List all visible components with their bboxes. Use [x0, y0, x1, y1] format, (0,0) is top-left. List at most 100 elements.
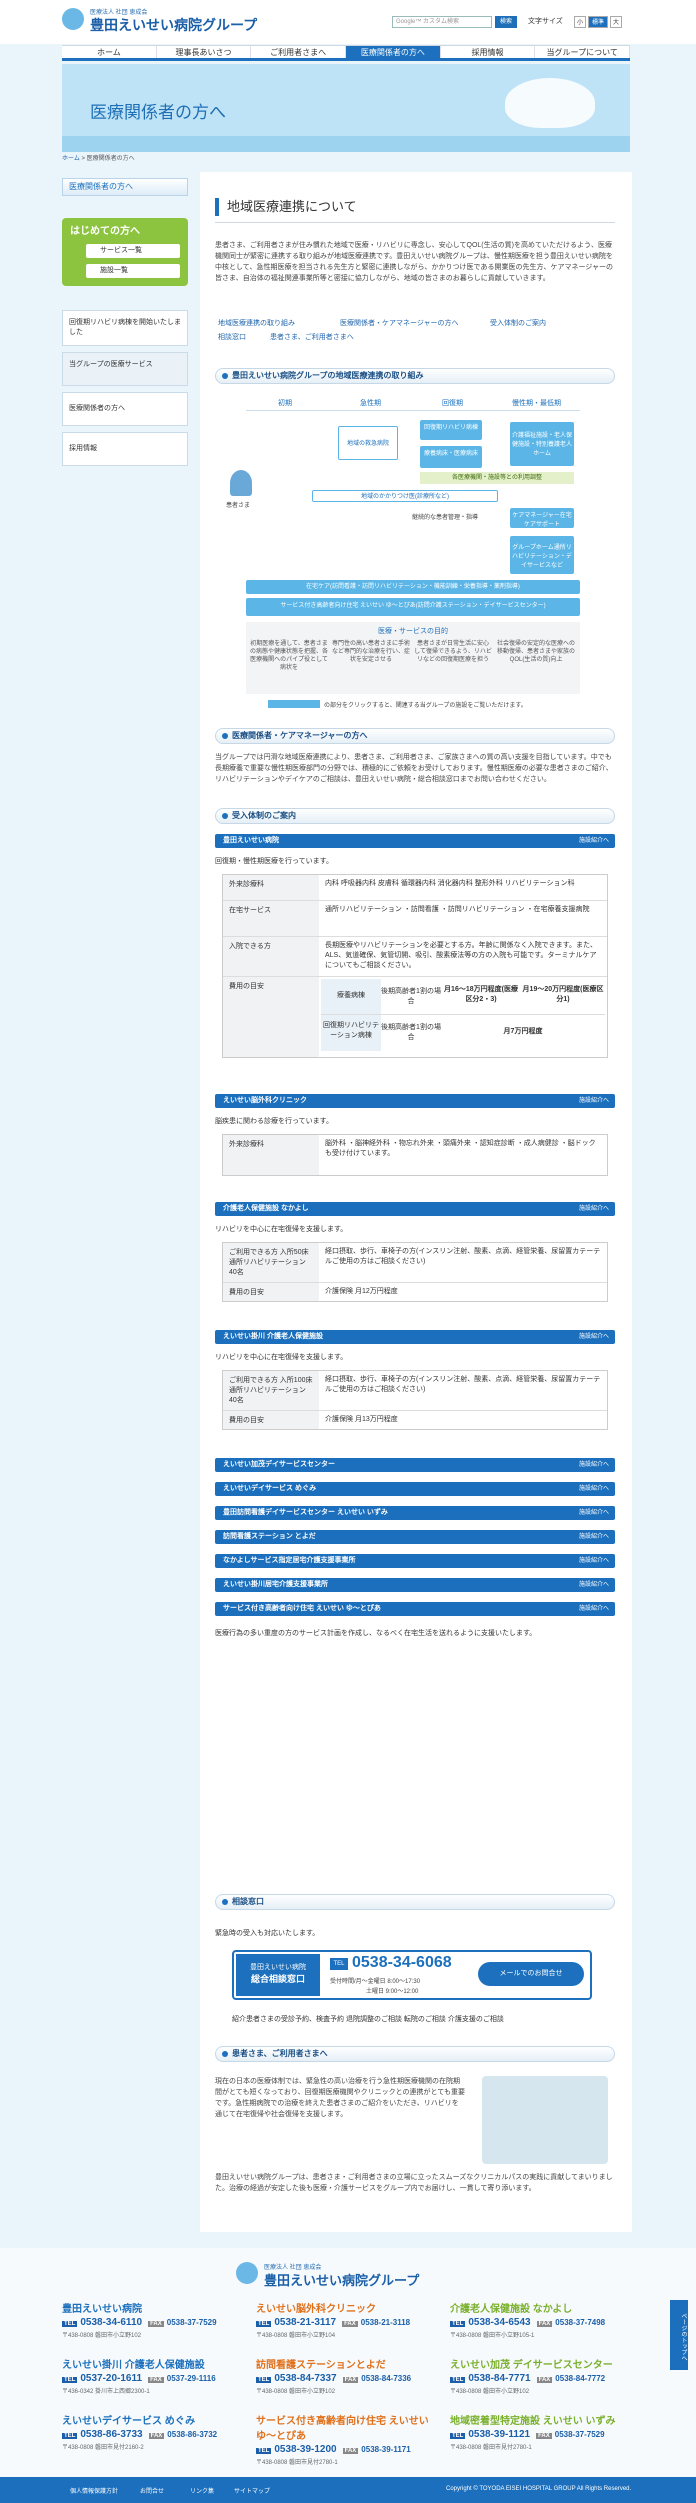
tel-value: 0538-34-6110	[80, 2317, 143, 2328]
detail-link[interactable]: 施設紹介へ	[579, 1506, 609, 1520]
nav-about[interactable]: 当グループについて	[535, 46, 631, 58]
footer-link-contact[interactable]: お問合せ	[140, 2486, 164, 2495]
detail-link[interactable]: 施設紹介へ	[579, 1578, 609, 1592]
font-large-button[interactable]: 大	[610, 16, 622, 28]
bar-nakayoshi-care[interactable]: なかよしサービス指定居宅介護支援事業所 施設紹介へ	[215, 1554, 615, 1568]
first-visit-title[interactable]: はじめての方へ	[70, 222, 140, 237]
footer-facility[interactable]: えいせい加茂 デイサービスセンター TEL 0538-84-7771 FAX 0538-…	[450, 2356, 638, 2395]
recovery-ward[interactable]: 回復期リハビリ病棟	[420, 420, 482, 440]
footer-facility[interactable]: 介護老人保健施設 なかよし TEL 0538-34-6543 FAX 0538-37-7…	[450, 2300, 638, 2339]
facility-address: 〒438-0808 磐田市小立野105-1	[450, 2333, 535, 2339]
family-doctor[interactable]: 地域のかかりつけ医(診療所など)	[312, 490, 498, 502]
bar-kakegawa-label: えいせい掛川 介護老人保健施設	[223, 1333, 323, 1340]
facility-address: 〒438-0808 磐田市小立野102	[256, 2389, 336, 2395]
bar-hospital[interactable]: 豊田えいせい病院 施設紹介へ	[215, 834, 615, 848]
logo-icon[interactable]	[62, 8, 84, 30]
facility-tel[interactable]: TEL 0537-20-1611 FAX 0537-29-1116	[62, 2373, 250, 2384]
footer-facility[interactable]: えいせいデイサービス めぐみ TEL 0538-86-3733 FAX 0538-86-…	[62, 2412, 250, 2451]
cell-key: 費用の目安	[223, 1411, 319, 1429]
bar-clinic[interactable]: えいせい脳外科クリニック 施設紹介へ	[215, 1094, 615, 1108]
mail-button[interactable]: メールでのお問合せ	[478, 1962, 584, 1986]
facility-tel[interactable]: TEL 0538-39-1200 FAX 0538-39-1171	[256, 2444, 444, 2455]
clinic-desc: 脳疾患に関わる診療を行っています。	[215, 1118, 333, 1125]
bar-nakayoshi[interactable]: 介護老人保健施設 なかよし 施設紹介へ	[215, 1202, 615, 1216]
facility-tel[interactable]: TEL 0538-34-6110 FAX 0538-37-7529	[62, 2317, 250, 2328]
bar-label: 訪問看護ステーション とよだ	[223, 1533, 316, 1540]
footer-facility[interactable]: 豊田えいせい病院 TEL 0538-34-6110 FAX 0538-37-7529 〒4…	[62, 2300, 250, 2339]
facility-tel[interactable]: TEL 0538-84-7337 FAX 0538-84-7336	[256, 2373, 444, 2384]
nav-medical[interactable]: 医療関係者の方へ	[346, 46, 441, 58]
care-ward[interactable]: 療養病床・医療病床	[420, 446, 482, 468]
font-std-button[interactable]: 標準	[588, 16, 608, 28]
group-home[interactable]: グループホーム通所リハビリテーション・デイサービスなど	[510, 536, 574, 574]
font-small-button[interactable]: 小	[574, 16, 586, 28]
emergency-hospital[interactable]: 地域の救急病院	[338, 426, 398, 460]
sidebar-item-facilities[interactable]: 施設一覧	[86, 264, 180, 278]
fax-icon: FAX	[536, 2321, 553, 2327]
org-name[interactable]: 豊田えいせい病院グループ	[90, 15, 257, 35]
nav-recruit[interactable]: 採用情報	[441, 46, 536, 58]
breadcrumb-home[interactable]: ホーム	[62, 156, 80, 162]
sidebar-item-rehab[interactable]: 回復期リハビリ病棟を開始いたしました	[62, 310, 188, 346]
detail-link[interactable]: 施設紹介へ	[579, 1094, 609, 1108]
detail-link[interactable]: 施設紹介へ	[579, 1482, 609, 1496]
sidebar-item-recruit[interactable]: 採用情報	[62, 432, 188, 466]
detail-link[interactable]: 施設紹介へ	[579, 1602, 609, 1616]
care-facilities[interactable]: 介護福祉施設・老人保健施設・特別養護老人ホーム	[510, 422, 574, 466]
link-consult[interactable]: 相談窓口	[218, 332, 246, 342]
link-caremanager[interactable]: 医療関係者・ケアマネージャーの方へ	[340, 318, 459, 328]
hospital-table: 外来診療科 内科 呼吸器内科 皮膚科 循環器内科 消化器内科 整形外科 リハビリテ…	[222, 874, 608, 1058]
bar-kamo[interactable]: えいせい加茂デイサービスセンター 施設紹介へ	[215, 1458, 615, 1472]
bar-megumi[interactable]: えいせいデイサービス めぐみ 施設紹介へ	[215, 1482, 615, 1496]
utopia[interactable]: サービス付き高齢者向け住宅 えいせい ゆ〜とぴあ(訪問介護ステーション・デイサー…	[246, 598, 580, 616]
purpose-title: 医療・サービスの目的	[378, 628, 448, 635]
sidebar-item-service[interactable]: 当グループの医療サービス	[62, 352, 188, 386]
footer-facility[interactable]: 地域密着型特定施設 えいせい いずみ TEL 0538-39-1121 FAX 0538…	[450, 2412, 638, 2451]
nav-home[interactable]: ホーム	[62, 46, 157, 58]
facility-tel[interactable]: TEL 0538-34-6543 FAX 0538-37-7498	[450, 2317, 638, 2328]
nav-greeting[interactable]: 理事長あいさつ	[157, 46, 252, 58]
bar-kakegawa-care[interactable]: えいせい掛川居宅介護支援事業所 施設紹介へ	[215, 1578, 615, 1592]
sidebar-item-medical[interactable]: 医療関係者の方へ	[62, 392, 188, 426]
detail-link[interactable]: 施設紹介へ	[579, 1458, 609, 1472]
footer-link-privacy[interactable]: 個人情報保護方針	[70, 2486, 118, 2495]
fax-value: 0538-84-7772	[555, 2374, 606, 2383]
fax-icon: FAX	[536, 2377, 553, 2383]
sidebar-item-services[interactable]: サービス一覧	[86, 244, 180, 258]
bar-kakegawa[interactable]: えいせい掛川 介護老人保健施設 施設紹介へ	[215, 1330, 615, 1344]
facility-tel[interactable]: TEL 0538-86-3733 FAX 0538-86-3732	[62, 2429, 250, 2440]
footer-facility[interactable]: えいせい脳外科クリニック TEL 0538-21-3117 FAX 0538-21-31…	[256, 2300, 444, 2339]
detail-link[interactable]: 施設紹介へ	[579, 1554, 609, 1568]
link-initiative[interactable]: 地域医療連携の取り組み	[218, 318, 295, 328]
facility-address: 〒438-0808 磐田市見付2780-1	[450, 2445, 532, 2451]
intro-text: 患者さま、ご利用者さまが住み慣れた地域で医療・リハビリに専念し、安心してQOL(…	[215, 242, 613, 282]
footer-facility[interactable]: 訪問看護ステーションとよだ TEL 0538-84-7337 FAX 0538-84-7…	[256, 2356, 444, 2395]
link-acceptance[interactable]: 受入体制のご案内	[490, 318, 546, 328]
link-patients[interactable]: 患者さま、ご利用者さまへ	[270, 332, 354, 342]
footer-facility[interactable]: えいせい掛川 介護老人保健施設 TEL 0537-20-1611 FAX 0537-29…	[62, 2356, 250, 2395]
home-care[interactable]: 在宅ケア(訪問看護・訪問リハビリテーション・機能訓練・栄養指導・薬剤指導)	[246, 580, 580, 594]
care-manager[interactable]: ケアマネージャー在宅ケアサポート	[510, 508, 574, 528]
facility-tel[interactable]: TEL 0538-84-7771 FAX 0538-84-7772	[450, 2373, 638, 2384]
detail-link[interactable]: 施設紹介へ	[579, 834, 609, 848]
footer-facility[interactable]: サービス付き高齢者向け住宅 えいせい ゆ〜とぴあ TEL 0538-39-1200 F…	[256, 2412, 444, 2466]
sec-caremanager: 医療関係者・ケアマネージャーの方へ	[215, 728, 615, 744]
facility-tel[interactable]: TEL 0538-21-3117 FAX 0538-21-3118	[256, 2317, 444, 2328]
search-button[interactable]: 検索	[495, 16, 517, 28]
cell-key: 外来診療科	[223, 1135, 319, 1175]
bar-utopia[interactable]: サービス付き高齢者向け住宅 えいせい ゆ〜とぴあ 施設紹介へ	[215, 1602, 615, 1616]
pagetop-button[interactable]: ページのトップへ	[670, 2300, 688, 2370]
footer-link-sitemap[interactable]: サイトマップ	[234, 2486, 270, 2495]
footer-link-links[interactable]: リンク集	[190, 2486, 214, 2495]
sidebar-head[interactable]: 医療関係者の方へ	[62, 178, 188, 196]
detail-link[interactable]: 施設紹介へ	[579, 1330, 609, 1344]
facility-name: 地域密着型特定施設 えいせい いずみ	[450, 2416, 616, 2427]
detail-link[interactable]: 施設紹介へ	[579, 1202, 609, 1216]
search-input[interactable]: Google™ カスタム検索	[392, 16, 492, 28]
nav-users[interactable]: ご利用者さまへ	[251, 46, 347, 58]
contact-tel[interactable]: 0538-34-6068	[352, 1954, 452, 1972]
bar-izumi[interactable]: 豊田訪問看護デイサービスセンター えいせい いずみ 施設紹介へ	[215, 1506, 615, 1520]
detail-link[interactable]: 施設紹介へ	[579, 1530, 609, 1544]
bar-visiting-nurse[interactable]: 訪問看護ステーション とよだ 施設紹介へ	[215, 1530, 615, 1544]
facility-tel[interactable]: TEL 0538-39-1121 FAX 0538-37-7529	[450, 2429, 638, 2440]
